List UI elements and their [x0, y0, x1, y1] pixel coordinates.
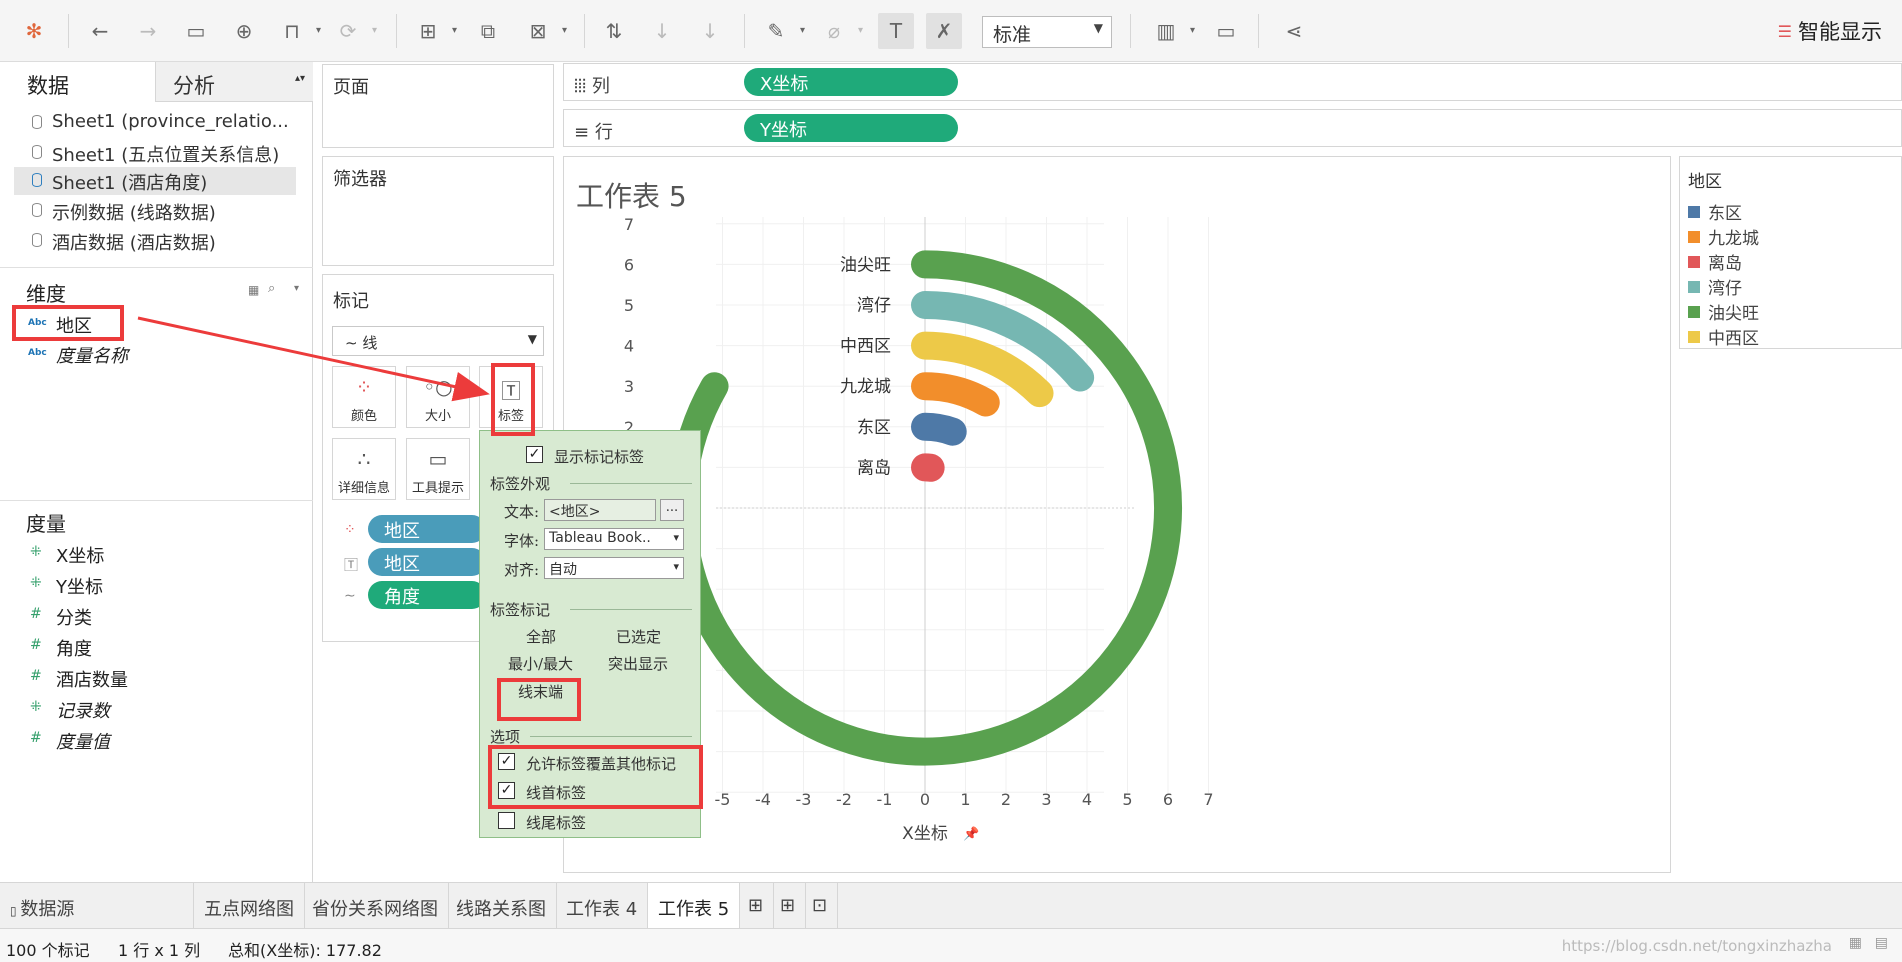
- tab-datasource[interactable]: ▯ 数据源: [0, 883, 194, 929]
- status-rows-cols: 1 行 x 1 列: [118, 941, 201, 960]
- tab-sheet[interactable]: 工作表 4: [556, 883, 649, 929]
- tab-sheet[interactable]: 线路关系图: [446, 883, 557, 929]
- database-icon: ▯: [10, 904, 21, 918]
- tab-sheet-active[interactable]: 工作表 5: [648, 883, 741, 929]
- list-view-icon[interactable]: ▤: [1875, 935, 1888, 951]
- status-bar: 100 个标记 1 行 x 1 列 总和(X坐标): 177.82 https:…: [0, 928, 1902, 962]
- tab-sheet[interactable]: 五点网络图: [194, 883, 305, 929]
- new-dashboard-icon[interactable]: ⊞: [770, 883, 807, 929]
- tab-sheet[interactable]: 省份关系网络图: [302, 883, 449, 929]
- new-worksheet-icon[interactable]: ⊞: [738, 883, 775, 929]
- status-sum: 总和(X坐标): 177.82: [228, 941, 382, 960]
- annotation-arrow: [137, 316, 490, 402]
- tab-datasource-label: 数据源: [20, 899, 75, 920]
- status-marks: 100 个标记: [6, 941, 90, 960]
- new-story-icon[interactable]: ⊡: [802, 883, 839, 929]
- watermark: https://blog.csdn.net/tongxinzhazha: [1561, 937, 1832, 955]
- grid-view-icon[interactable]: ▦: [1849, 935, 1862, 951]
- sheet-tabs: ▯ 数据源 五点网络图 省份关系网络图 线路关系图 工作表 4 工作表 5 ⊞ …: [0, 882, 1902, 929]
